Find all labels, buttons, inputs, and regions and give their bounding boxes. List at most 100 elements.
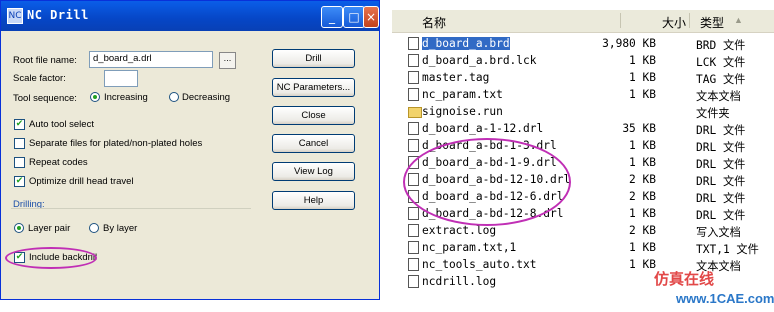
decreasing-radio[interactable] [169, 92, 179, 102]
close-button[interactable]: Close [272, 106, 355, 125]
file-name: ncdrill.log [422, 275, 497, 288]
highlight-annotation [5, 247, 97, 269]
file-size: 3,980 KB [602, 37, 656, 50]
optimize-label: Optimize drill head travel [29, 176, 134, 187]
root-file-input[interactable]: d_board_a.drl [89, 51, 213, 68]
type-column-header[interactable]: 类型 [700, 14, 724, 31]
file-row[interactable]: nc_tools_auto.txt 1 KB 文本文档 [392, 257, 774, 274]
folder-icon [408, 107, 422, 118]
file-size: 1 KB [629, 71, 656, 84]
repeat-codes-label: Repeat codes [29, 157, 88, 168]
file-type: LCK 文件 [696, 56, 746, 69]
nc-parameters-button[interactable]: NC Parameters... [272, 78, 355, 97]
root-file-label: Root file name: [13, 55, 77, 66]
layer-pair-label: Layer pair [28, 223, 71, 234]
file-type: 写入文档 [696, 226, 741, 239]
file-name: d_board_a-1-12.drl [422, 122, 544, 135]
by-layer-label: By layer [103, 223, 138, 234]
file-row[interactable]: d_board_a.brd.lck 1 KB LCK 文件 [392, 53, 774, 70]
file-size: 1 KB [629, 156, 656, 169]
file-icon [408, 88, 419, 101]
file-icon [408, 258, 419, 271]
file-icon [408, 37, 419, 50]
file-icon [408, 241, 419, 254]
sort-ascending-icon: ▲ [734, 15, 743, 25]
watermark-text: 仿真在线 [654, 270, 715, 288]
file-name: signoise.run [422, 105, 503, 118]
title-bar[interactable]: NC NC Drill _ □ × [1, 1, 379, 31]
file-type: 文本文档 [696, 90, 741, 103]
file-name: d_board_a.brd [422, 37, 510, 50]
file-type: DRL 文件 [696, 158, 746, 171]
file-type: BRD 文件 [696, 39, 746, 52]
file-type: DRL 文件 [696, 141, 746, 154]
app-icon: NC [7, 8, 23, 24]
image-separator [382, 0, 392, 312]
file-icon [408, 207, 419, 220]
file-row[interactable]: d_board_a.brd 3,980 KB BRD 文件 [392, 36, 774, 53]
file-row[interactable]: signoise.run 文件夹 [392, 104, 774, 121]
header-divider[interactable] [689, 13, 690, 28]
file-size: 2 KB [629, 224, 656, 237]
browse-button[interactable]: ... [219, 52, 236, 69]
decreasing-label: Decreasing [182, 92, 231, 103]
scale-factor-label: Scale factor: [13, 73, 66, 84]
file-type: 文件夹 [696, 107, 730, 120]
highlight-annotation [403, 138, 571, 226]
auto-tool-checkbox[interactable]: ✔ [14, 119, 25, 130]
file-size: 1 KB [629, 241, 656, 254]
name-column-header[interactable]: 名称 [422, 14, 446, 31]
help-button[interactable]: Help [272, 191, 355, 210]
file-name: d_board_a.brd.lck [422, 54, 537, 67]
minimize-button[interactable]: _ [321, 6, 343, 28]
layer-pair-radio[interactable] [14, 223, 24, 233]
file-icon [408, 139, 419, 152]
file-icon [408, 54, 419, 67]
header-divider[interactable] [620, 13, 621, 28]
file-size: 1 KB [629, 258, 656, 271]
increasing-label: Increasing [104, 92, 148, 103]
file-size: 1 KB [629, 88, 656, 101]
file-name: nc_param.txt [422, 88, 503, 101]
file-name: master.tag [422, 71, 490, 84]
scale-factor-input[interactable] [104, 70, 138, 87]
watermark-url: www.1CAE.com [676, 291, 774, 306]
nc-drill-dialog: NC NC Drill _ □ × Root file name: d_boar… [0, 0, 380, 300]
separate-files-label: Separate files for plated/non-plated hol… [29, 138, 203, 149]
file-type: DRL 文件 [696, 192, 746, 205]
file-size: 1 KB [629, 54, 656, 67]
increasing-radio[interactable] [90, 92, 100, 102]
file-icon [408, 275, 419, 288]
file-icon [408, 224, 419, 237]
file-type: TXT,1 文件 [696, 243, 759, 256]
size-column-header[interactable]: 大小 [662, 14, 686, 31]
file-name: nc_tools_auto.txt [422, 258, 537, 271]
file-name: nc_param.txt,1 [422, 241, 517, 254]
file-row[interactable]: ncdrill.log [392, 274, 774, 291]
repeat-codes-checkbox[interactable] [14, 157, 25, 168]
file-type: DRL 文件 [696, 209, 746, 222]
cancel-button[interactable]: Cancel [272, 134, 355, 153]
drill-button[interactable]: Drill [272, 49, 355, 68]
file-type: DRL 文件 [696, 124, 746, 137]
file-row[interactable]: extract.log 2 KB 写入文档 [392, 223, 774, 240]
file-row[interactable]: nc_param.txt 1 KB 文本文档 [392, 87, 774, 104]
view-log-button[interactable]: View Log [272, 162, 355, 181]
file-size: 1 KB [629, 207, 656, 220]
auto-tool-label: Auto tool select [29, 119, 94, 130]
by-layer-radio[interactable] [89, 223, 99, 233]
file-row[interactable]: master.tag 1 KB TAG 文件 [392, 70, 774, 87]
file-row[interactable]: d_board_a-1-12.drl 35 KB DRL 文件 [392, 121, 774, 138]
optimize-checkbox[interactable]: ✔ [14, 176, 25, 187]
file-row[interactable]: nc_param.txt,1 1 KB TXT,1 文件 [392, 240, 774, 257]
dialog-title: NC Drill [27, 8, 89, 22]
maximize-button[interactable]: □ [343, 6, 365, 28]
separate-files-checkbox[interactable] [14, 138, 25, 149]
tool-sequence-label: Tool sequence: [13, 93, 77, 104]
group-divider [11, 208, 251, 209]
file-size: 2 KB [629, 190, 656, 203]
file-type: TAG 文件 [696, 73, 746, 86]
close-window-button[interactable]: × [363, 6, 379, 28]
file-icon [408, 71, 419, 84]
file-size: 1 KB [629, 139, 656, 152]
